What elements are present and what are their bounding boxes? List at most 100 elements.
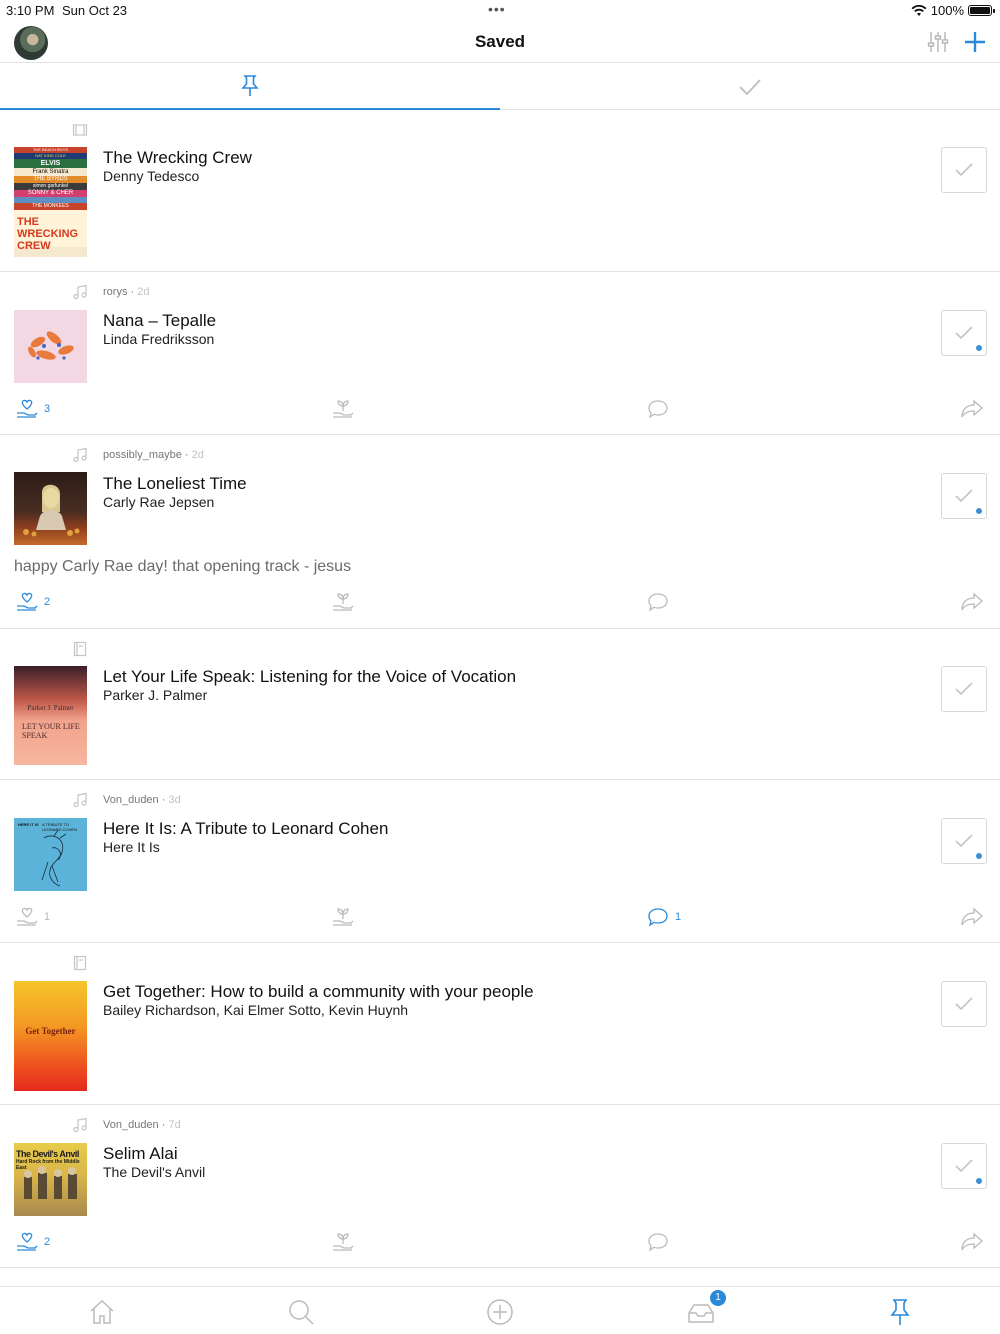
mark-done-button[interactable] xyxy=(941,310,987,356)
list-item[interactable]: THE BEACH BOYS NAT KING COLE ELVIS Frank… xyxy=(0,110,1000,272)
post-age: 2d xyxy=(137,286,150,298)
cover-image[interactable] xyxy=(14,472,87,545)
username[interactable]: possibly_maybe xyxy=(103,449,182,461)
item-title[interactable]: The Wrecking Crew xyxy=(103,148,252,168)
like-count: 2 xyxy=(44,1236,51,1248)
share-button[interactable] xyxy=(960,592,984,612)
search-icon[interactable] xyxy=(286,1297,316,1327)
item-subtitle: Bailey Richardson, Kai Elmer Sotto, Kevi… xyxy=(103,1002,409,1018)
plant-button[interactable] xyxy=(332,592,354,612)
like-count: 3 xyxy=(44,403,51,415)
battery-icon xyxy=(968,5,995,16)
list-item[interactable]: Get Together Get Together: How to build … xyxy=(0,943,1000,1105)
cover-text: THE WRECKING CREW xyxy=(14,210,87,252)
item-subtitle: Denny Tedesco xyxy=(103,168,200,184)
unread-dot xyxy=(975,1177,983,1185)
cover-text: Get Together xyxy=(25,1026,76,1036)
list-item[interactable]: Von_duden · 7d The Devil's Anvil Hard Ro… xyxy=(0,1105,1000,1268)
sprout-icon xyxy=(333,593,354,611)
cover-text: THE MONKEES xyxy=(14,203,87,210)
home-icon[interactable] xyxy=(87,1297,117,1327)
share-button[interactable] xyxy=(960,399,984,419)
item-title[interactable]: Nana – Tepalle xyxy=(103,311,216,331)
comment-button[interactable] xyxy=(647,592,669,612)
cover-image[interactable] xyxy=(14,310,87,383)
action-bar: 1 1 xyxy=(0,907,1000,929)
book-icon xyxy=(73,955,87,971)
add-icon[interactable] xyxy=(962,29,988,55)
comment-button[interactable] xyxy=(647,1232,669,1252)
plant-button[interactable] xyxy=(332,1232,354,1252)
post-meta: rorys · 2d xyxy=(103,286,150,298)
item-title[interactable]: The Loneliest Time xyxy=(103,474,247,494)
item-subtitle: Here It Is xyxy=(103,839,160,855)
list-item[interactable]: possibly_maybe · 2d The Loneliest Time C… xyxy=(0,435,1000,629)
sprout-icon xyxy=(333,1233,354,1251)
post-meta: Von_duden · 7d xyxy=(103,1119,181,1131)
comment-button[interactable]: 1 xyxy=(647,907,681,927)
cover-text: A TRIBUTE TO LEONARD COHEN xyxy=(42,822,77,832)
plant-button[interactable] xyxy=(332,907,354,927)
share-button[interactable] xyxy=(960,1232,984,1252)
mark-done-button[interactable] xyxy=(941,666,987,712)
item-subtitle: Parker J. Palmer xyxy=(103,687,208,703)
list-item[interactable]: Von_duden · 3d HERE IT IS A TRIBUTE TO L… xyxy=(0,780,1000,943)
item-title[interactable]: Let Your Life Speak: Listening for the V… xyxy=(103,667,516,687)
cover-image[interactable]: The Devil's Anvil Hard Rock from the Mid… xyxy=(14,1143,87,1216)
tab-done[interactable] xyxy=(500,64,1000,110)
like-count: 2 xyxy=(44,596,51,608)
post-meta: possibly_maybe · 2d xyxy=(103,449,204,461)
list-item[interactable]: Parker J. Palmer LET YOUR LIFE SPEAK Let… xyxy=(0,629,1000,780)
cover-text: The Devil's Anvil xyxy=(16,1149,79,1159)
mark-done-button[interactable] xyxy=(941,147,987,193)
mark-done-button[interactable] xyxy=(941,981,987,1027)
multitasking-dots-icon[interactable]: ••• xyxy=(488,1,506,17)
like-button[interactable]: 2 xyxy=(16,592,50,612)
cover-text: LET YOUR LIFE SPEAK xyxy=(22,722,80,740)
username[interactable]: Von_duden xyxy=(103,794,159,806)
like-button[interactable]: 3 xyxy=(16,399,50,419)
mark-done-button[interactable] xyxy=(941,818,987,864)
cover-image[interactable]: Get Together xyxy=(14,981,87,1091)
inbox-tab[interactable]: 1 xyxy=(686,1290,726,1327)
share-icon xyxy=(961,399,983,418)
post-meta: Von_duden · 3d xyxy=(103,794,181,806)
cover-image[interactable]: Parker J. Palmer LET YOUR LIFE SPEAK xyxy=(14,666,87,765)
wifi-icon xyxy=(911,4,927,16)
like-button[interactable]: 1 xyxy=(16,907,50,927)
username[interactable]: Von_duden xyxy=(103,1119,159,1131)
action-bar: 2 xyxy=(0,592,1000,614)
comment-button[interactable] xyxy=(647,399,669,419)
pin-icon[interactable] xyxy=(885,1297,915,1327)
share-button[interactable] xyxy=(960,907,984,927)
share-icon xyxy=(961,907,983,926)
comment-icon xyxy=(648,400,668,419)
item-title[interactable]: Get Together: How to build a community w… xyxy=(103,982,534,1002)
cover-text: Parker J. Palmer xyxy=(27,704,74,712)
add-circle-icon[interactable] xyxy=(485,1297,515,1327)
page-title: Saved xyxy=(474,32,526,51)
cover-text: simon garfunkel xyxy=(14,183,87,190)
plant-button[interactable] xyxy=(332,399,354,419)
comment-icon xyxy=(648,908,668,927)
item-title[interactable]: Here It Is: A Tribute to Leonard Cohen xyxy=(103,819,388,839)
item-subtitle: Linda Fredriksson xyxy=(103,331,215,347)
list-item[interactable]: rorys · 2d Nana – Tepalle Linda Fredriks… xyxy=(0,272,1000,435)
cover-image[interactable]: HERE IT IS A TRIBUTE TO LEONARD COHEN xyxy=(14,818,87,891)
inbox-badge: 1 xyxy=(710,1290,726,1306)
cover-image[interactable]: THE BEACH BOYS NAT KING COLE ELVIS Frank… xyxy=(14,147,87,257)
mark-done-button[interactable] xyxy=(941,1143,987,1189)
cover-text: Hard Rock from the Middle East xyxy=(16,1159,80,1171)
mark-done-button[interactable] xyxy=(941,473,987,519)
unread-dot xyxy=(975,507,983,515)
item-title[interactable]: Selim Alai xyxy=(103,1144,178,1164)
username[interactable]: rorys xyxy=(103,286,127,298)
book-icon xyxy=(73,641,87,657)
tab-pinned[interactable] xyxy=(0,64,500,110)
cover-text: SONNY & CHER xyxy=(14,190,87,197)
check-icon xyxy=(955,1159,973,1173)
unread-dot xyxy=(975,852,983,860)
like-button[interactable]: 2 xyxy=(16,1232,50,1252)
filter-sliders-icon[interactable] xyxy=(926,30,950,54)
film-icon xyxy=(72,124,88,136)
